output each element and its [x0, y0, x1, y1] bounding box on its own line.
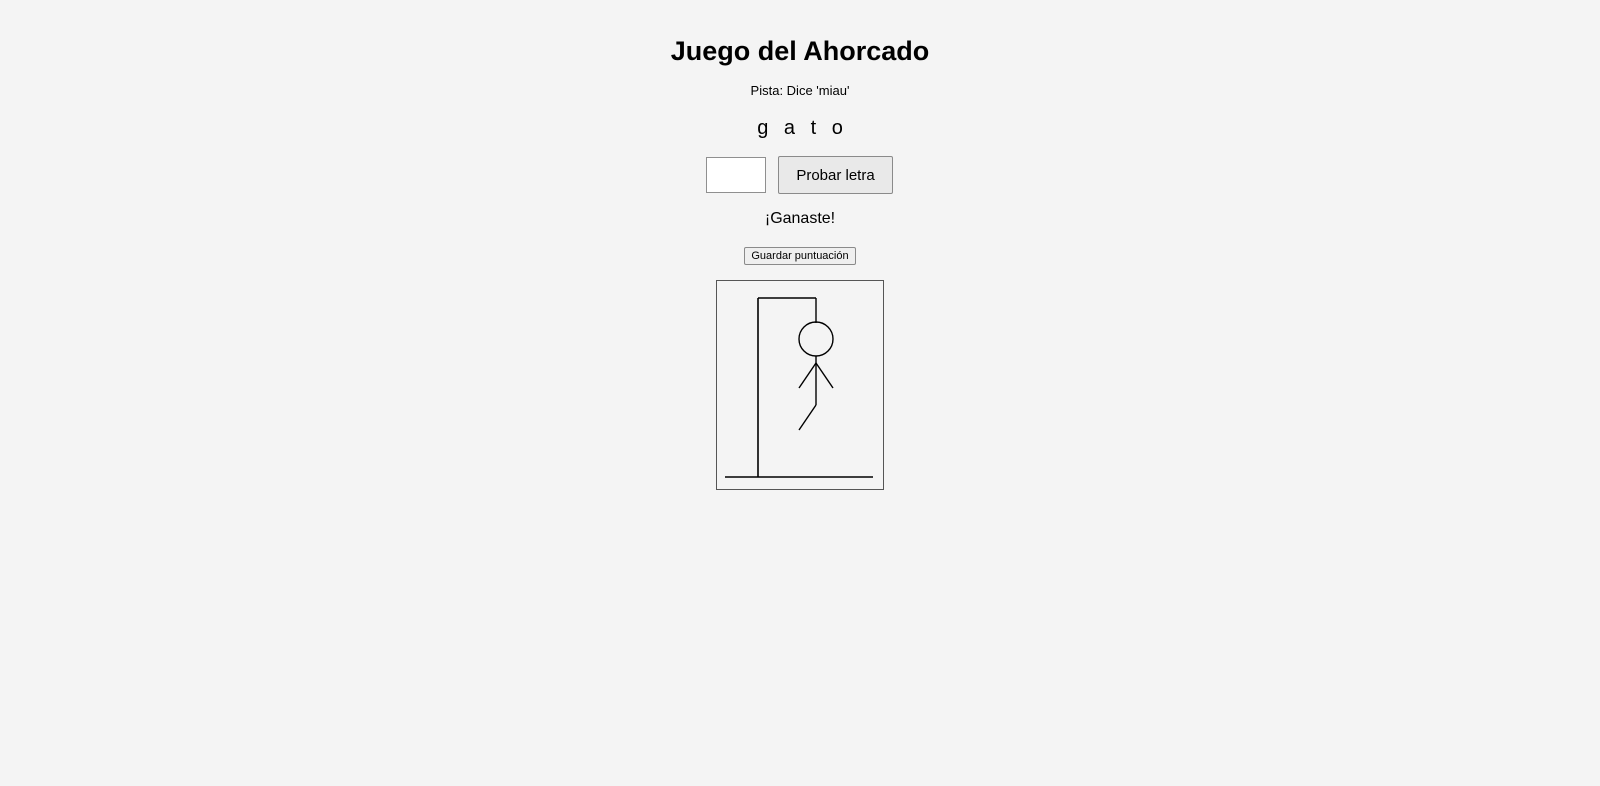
word-letter: t [810, 117, 817, 139]
page-title: Juego del Ahorcado [670, 36, 930, 66]
word-letter: o [831, 117, 843, 139]
guess-row: Probar letra [706, 156, 893, 194]
letter-input[interactable] [706, 157, 766, 193]
try-letter-button[interactable]: Probar letra [778, 156, 893, 194]
word-display: g a t o [0, 115, 1600, 141]
hint-text: Pista: Dice 'miau' [750, 83, 850, 98]
save-score-button[interactable]: Guardar puntuación [744, 247, 856, 265]
hangman-canvas [716, 280, 884, 490]
save-score-row: Guardar puntuación [0, 246, 1600, 265]
word-letter: a [783, 117, 795, 139]
hangman-app: Juego del Ahorcado Pista: Dice 'miau' g … [0, 0, 1600, 786]
hangman-right-arm [815, 362, 834, 389]
hangman-head [798, 321, 834, 357]
word-letter: g [757, 117, 769, 139]
hangman-left-leg [798, 404, 817, 431]
result-message: ¡Ganaste! [764, 210, 836, 227]
hangman-left-arm [798, 362, 817, 389]
hangman-drawing [725, 297, 873, 478]
